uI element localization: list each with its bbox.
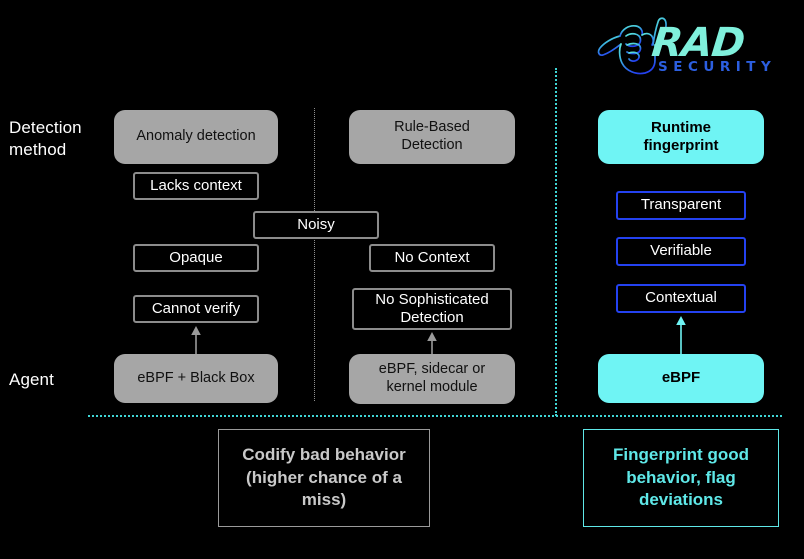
node-rule-based-head[interactable]: Rule-Based Detection bbox=[349, 110, 515, 164]
node-anomaly-detection-head[interactable]: Anomaly detection bbox=[114, 110, 278, 164]
node-anomaly-chip-opaque[interactable]: Opaque bbox=[133, 244, 259, 272]
node-anomaly-agent[interactable]: eBPF + Black Box bbox=[114, 354, 278, 403]
node-rule-based-agent[interactable]: eBPF, sidecar or kernel module bbox=[349, 354, 515, 404]
row-label-detection-method: Detection method bbox=[9, 118, 82, 160]
node-runtime-chip-verifiable[interactable]: Verifiable bbox=[616, 237, 746, 266]
summary-box-codify-bad-behavior[interactable]: Codify bad behavior (higher chance of a … bbox=[218, 429, 430, 527]
node-anomaly-chip-lacks-context[interactable]: Lacks context bbox=[133, 172, 259, 200]
arrow-runtime-agent-to-chip bbox=[676, 316, 686, 355]
node-rule-based-chip-noisy[interactable]: Noisy bbox=[253, 211, 379, 239]
summary-box-fingerprint-good-behavior[interactable]: Fingerprint good behavior, flag deviatio… bbox=[583, 429, 779, 527]
divider-middle-right bbox=[555, 68, 557, 416]
node-runtime-chip-contextual[interactable]: Contextual bbox=[616, 284, 746, 313]
divider-left-middle bbox=[314, 108, 315, 401]
node-rule-based-chip-no-context[interactable]: No Context bbox=[369, 244, 495, 272]
node-runtime-chip-transparent[interactable]: Transparent bbox=[616, 191, 746, 220]
row-label-agent: Agent bbox=[9, 370, 54, 389]
rad-security-logo: RAD SECURITY bbox=[596, 14, 771, 76]
node-runtime-fingerprint-head[interactable]: Runtime fingerprint bbox=[598, 110, 764, 164]
arrow-anomaly-agent-to-chip bbox=[191, 326, 201, 355]
node-rule-based-chip-no-sophisticated-detection[interactable]: No Sophisticated Detection bbox=[352, 288, 512, 330]
node-runtime-agent[interactable]: eBPF bbox=[598, 354, 764, 403]
diagram-canvas: RAD SECURITY Detection method Agent Anom… bbox=[0, 0, 804, 559]
divider-horizontal-summary bbox=[88, 415, 782, 417]
logo-tagline: SECURITY bbox=[658, 59, 777, 75]
node-anomaly-chip-cannot-verify[interactable]: Cannot verify bbox=[133, 295, 259, 323]
